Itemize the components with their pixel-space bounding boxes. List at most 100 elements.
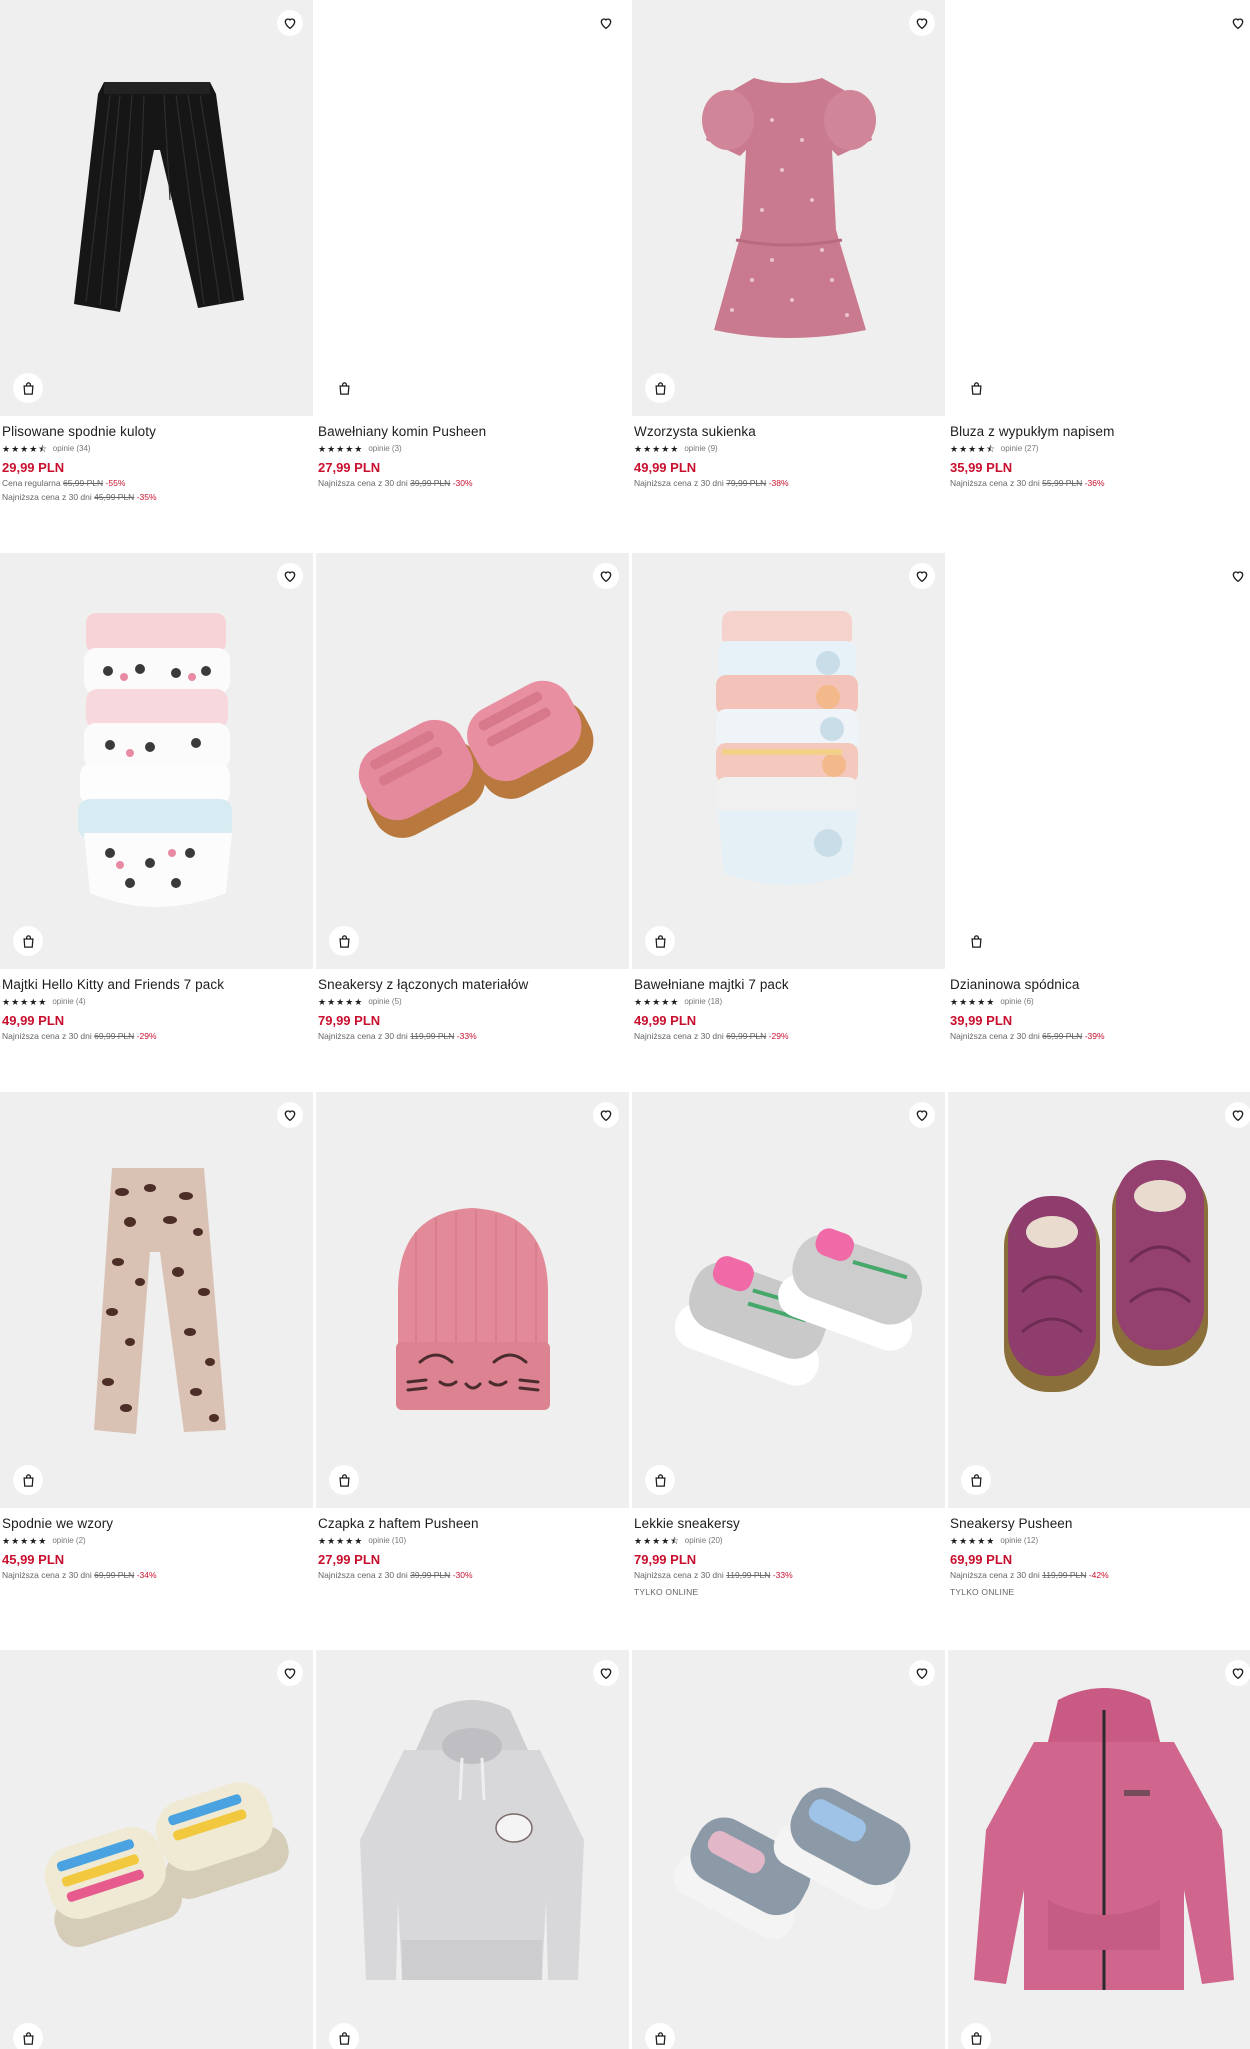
- product-card[interactable]: Spodnie we wzory ★★★★★ opinie (2) 45,99 P…: [0, 1092, 313, 1582]
- review-count[interactable]: opinie (3): [368, 443, 401, 455]
- shopping-bag-icon: [22, 934, 34, 948]
- wishlist-button[interactable]: [277, 1102, 303, 1128]
- product-image[interactable]: [0, 0, 313, 416]
- product-name[interactable]: Majtki Hello Kitty and Friends 7 pack: [2, 976, 311, 994]
- product-image[interactable]: [316, 0, 629, 416]
- product-image[interactable]: [948, 1092, 1250, 1508]
- product-image[interactable]: [632, 553, 945, 969]
- add-to-cart-button[interactable]: [645, 373, 675, 403]
- add-to-cart-button[interactable]: [329, 2023, 359, 2049]
- wishlist-button[interactable]: [1225, 10, 1250, 36]
- pink-dress-image: [702, 78, 876, 338]
- heart-outline-icon: [1232, 18, 1244, 30]
- product-card[interactable]: [0, 1650, 313, 2049]
- product-card[interactable]: Sneakersy z łączonych materiałów ★★★★★ op…: [316, 553, 629, 1043]
- wishlist-button[interactable]: [1225, 1660, 1250, 1686]
- product-card[interactable]: Lekkie sneakersy ★★★★⯪ opinie (20) 79,99 …: [632, 1092, 945, 1599]
- shopping-bag-icon: [338, 2031, 350, 2045]
- product-card[interactable]: [316, 1650, 629, 2049]
- shopping-bag-icon: [970, 1473, 982, 1487]
- product-card[interactable]: Plisowane spodnie kuloty ★★★★⯪ opinie (34…: [0, 0, 313, 504]
- review-count[interactable]: opinie (12): [1000, 1535, 1038, 1547]
- review-count[interactable]: opinie (20): [685, 1535, 723, 1547]
- add-to-cart-button[interactable]: [13, 926, 43, 956]
- product-name[interactable]: Plisowane spodnie kuloty: [2, 423, 311, 441]
- product-card[interactable]: Dzianinowa spódnica ★★★★★ opinie (6) 39,9…: [948, 553, 1250, 1043]
- cat-briefs-image: [716, 611, 858, 885]
- add-to-cart-button[interactable]: [13, 373, 43, 403]
- wishlist-button[interactable]: [909, 563, 935, 589]
- wishlist-button[interactable]: [593, 1660, 619, 1686]
- add-to-cart-button[interactable]: [961, 373, 991, 403]
- add-to-cart-button[interactable]: [961, 2023, 991, 2049]
- product-card[interactable]: Wzorzysta sukienka ★★★★★ opinie (9) 49,99…: [632, 0, 945, 490]
- add-to-cart-button[interactable]: [645, 1465, 675, 1495]
- product-image[interactable]: [316, 553, 629, 969]
- review-count[interactable]: opinie (34): [53, 443, 91, 455]
- product-image[interactable]: [948, 1650, 1250, 2049]
- product-card[interactable]: Czapka z haftem Pusheen ★★★★★ opinie (10)…: [316, 1092, 629, 1582]
- product-image[interactable]: [632, 0, 945, 416]
- review-count[interactable]: opinie (6): [1000, 996, 1033, 1008]
- product-card[interactable]: [948, 1650, 1250, 2049]
- wishlist-button[interactable]: [593, 563, 619, 589]
- product-image[interactable]: [948, 0, 1250, 416]
- product-image[interactable]: [0, 1092, 313, 1508]
- product-image[interactable]: [0, 1650, 313, 2049]
- product-card[interactable]: Bawełniane majtki 7 pack ★★★★★ opinie (18…: [632, 553, 945, 1043]
- shopping-bag-icon: [654, 2031, 666, 2045]
- product-price: 79,99 PLN: [634, 1552, 697, 1567]
- add-to-cart-button[interactable]: [329, 373, 359, 403]
- wishlist-button[interactable]: [1225, 563, 1250, 589]
- review-count[interactable]: opinie (27): [1001, 443, 1039, 455]
- wishlist-button[interactable]: [1225, 1102, 1250, 1128]
- product-card[interactable]: Bluza z wypukłym napisem ★★★★⯪ opinie (27…: [948, 0, 1250, 490]
- add-to-cart-button[interactable]: [13, 2023, 43, 2049]
- product-card[interactable]: Majtki Hello Kitty and Friends 7 pack ★★…: [0, 553, 313, 1043]
- product-card[interactable]: Bawełniany komin Pusheen ★★★★★ opinie (3)…: [316, 0, 629, 490]
- product-image[interactable]: [0, 553, 313, 969]
- product-name[interactable]: Spodnie we wzory: [2, 1515, 311, 1533]
- wishlist-button[interactable]: [277, 10, 303, 36]
- product-image[interactable]: [632, 1650, 945, 2049]
- add-to-cart-button[interactable]: [961, 1465, 991, 1495]
- add-to-cart-button[interactable]: [645, 2023, 675, 2049]
- product-card[interactable]: Sneakersy Pusheen ★★★★★ opinie (12) 69,99…: [948, 1092, 1250, 1599]
- product-image[interactable]: [632, 1092, 945, 1508]
- product-name[interactable]: Bawełniany komin Pusheen: [318, 423, 627, 441]
- product-name[interactable]: Wzorzysta sukienka: [634, 423, 943, 441]
- product-name[interactable]: Sneakersy Pusheen: [950, 1515, 1250, 1533]
- add-to-cart-button[interactable]: [961, 926, 991, 956]
- product-name[interactable]: Lekkie sneakersy: [634, 1515, 943, 1533]
- product-price: 79,99 PLN: [318, 1013, 381, 1028]
- review-count[interactable]: opinie (9): [684, 443, 717, 455]
- product-image[interactable]: [948, 553, 1250, 969]
- add-to-cart-button[interactable]: [13, 1465, 43, 1495]
- add-to-cart-button[interactable]: [645, 926, 675, 956]
- product-image[interactable]: [316, 1092, 629, 1508]
- product-name[interactable]: Bluza z wypukłym napisem: [950, 423, 1250, 441]
- wishlist-button[interactable]: [909, 1660, 935, 1686]
- product-price: 49,99 PLN: [634, 460, 697, 475]
- add-to-cart-button[interactable]: [329, 1465, 359, 1495]
- review-count[interactable]: opinie (4): [52, 996, 85, 1008]
- product-name[interactable]: Bawełniane majtki 7 pack: [634, 976, 943, 994]
- product-card[interactable]: [632, 1650, 945, 2049]
- heart-outline-icon: [916, 1110, 928, 1122]
- product-name[interactable]: Sneakersy z łączonych materiałów: [318, 976, 627, 994]
- review-count[interactable]: opinie (10): [368, 1535, 406, 1547]
- wishlist-button[interactable]: [909, 10, 935, 36]
- review-count[interactable]: opinie (18): [684, 996, 722, 1008]
- product-name[interactable]: Dzianinowa spódnica: [950, 976, 1250, 994]
- wishlist-button[interactable]: [277, 563, 303, 589]
- product-name[interactable]: Czapka z haftem Pusheen: [318, 1515, 627, 1533]
- review-count[interactable]: opinie (2): [52, 1535, 85, 1547]
- review-count[interactable]: opinie (5): [368, 996, 401, 1008]
- wishlist-button[interactable]: [277, 1660, 303, 1686]
- wishlist-button[interactable]: [909, 1102, 935, 1128]
- product-image[interactable]: [316, 1650, 629, 2049]
- add-to-cart-button[interactable]: [329, 926, 359, 956]
- lowest-price-line: Najniższa cena z 30 dni 119,99 PLN -42%: [950, 1570, 1109, 1580]
- wishlist-button[interactable]: [593, 10, 619, 36]
- wishlist-button[interactable]: [593, 1102, 619, 1128]
